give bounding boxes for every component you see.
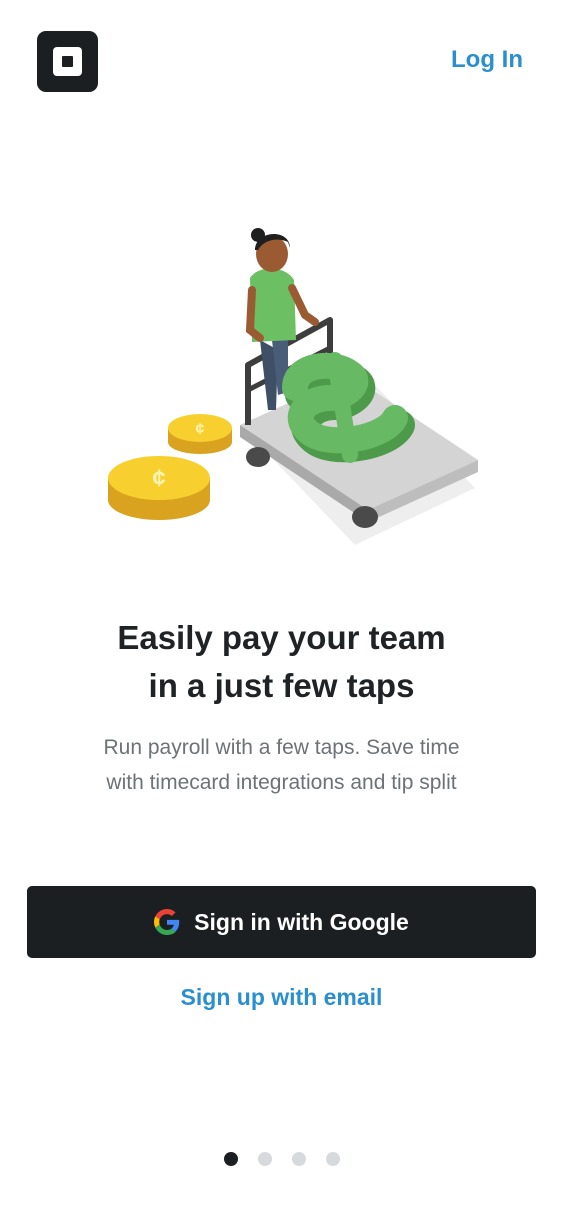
page-dot-2[interactable]: [257, 1152, 272, 1166]
headline-line-2: in a just few taps: [148, 667, 415, 704]
google-g-icon: [154, 909, 180, 935]
square-logo-icon: [37, 31, 98, 92]
pagination-dots: [0, 1152, 563, 1166]
page-dot-3[interactable]: [291, 1152, 306, 1166]
headline-line-1: Easily pay your team: [117, 619, 446, 656]
page-dot-4[interactable]: [325, 1152, 340, 1166]
sign-in-with-google-button[interactable]: Sign in with Google: [27, 886, 536, 958]
payroll-cart-illustration: ¢ ¢: [108, 228, 478, 545]
login-link[interactable]: Log In: [451, 46, 523, 74]
sign-in-with-google-label: Sign in with Google: [194, 908, 409, 935]
subtext-line-1: Run payroll with a few taps. Save time: [103, 736, 460, 759]
svg-text:¢: ¢: [196, 421, 205, 438]
page-dot-1[interactable]: [223, 1152, 238, 1166]
sign-up-with-email-link[interactable]: Sign up with email: [0, 984, 563, 1011]
svg-text:¢: ¢: [152, 465, 165, 492]
subtext-line-2: with timecard integrations and tip split: [106, 771, 457, 794]
subtext: Run payroll with a few taps. Save time w…: [0, 730, 563, 800]
headline: Easily pay your team in a just few taps: [0, 614, 563, 710]
